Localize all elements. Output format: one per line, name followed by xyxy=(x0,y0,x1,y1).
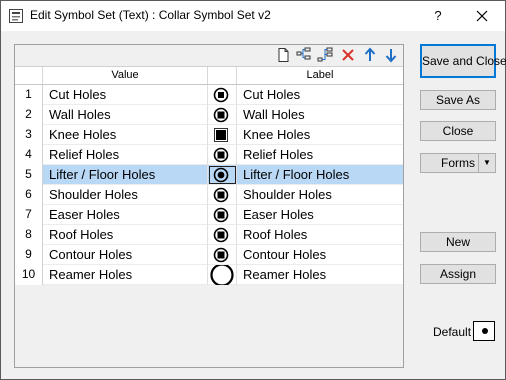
value-cell[interactable]: Shoulder Holes xyxy=(43,185,208,205)
row-number[interactable]: 8 xyxy=(15,225,43,245)
new-document-icon[interactable] xyxy=(275,47,291,63)
filled-square-symbol-icon xyxy=(214,128,228,142)
dialog-window: Edit Symbol Set (Text) : Collar Symbol S… xyxy=(0,0,506,380)
insert-row-icon[interactable] xyxy=(296,47,312,63)
row-number[interactable]: 2 xyxy=(15,105,43,125)
save-and-close-button[interactable]: Save and Close xyxy=(420,44,506,78)
app-icon xyxy=(9,9,23,23)
small-filled-square-in-circle-symbol-icon xyxy=(213,87,229,103)
square-in-circle-symbol-icon xyxy=(213,247,229,263)
square-in-circle-symbol-icon xyxy=(213,227,229,243)
label-cell[interactable]: Lifter / Floor Holes xyxy=(237,165,403,185)
table-row[interactable]: 8 Roof Holes Roof Holes xyxy=(15,225,403,245)
title-bar: Edit Symbol Set (Text) : Collar Symbol S… xyxy=(1,1,505,31)
help-button[interactable]: ? xyxy=(429,6,447,26)
new-button[interactable]: New xyxy=(420,232,496,252)
save-as-button[interactable]: Save As xyxy=(420,90,496,110)
grid-header: Value Label xyxy=(15,66,403,85)
table-row[interactable]: 7 Easer Holes Easer Holes xyxy=(15,205,403,225)
close-icon[interactable] xyxy=(471,6,493,26)
label-cell[interactable]: Wall Holes xyxy=(237,105,403,125)
symbol-cell[interactable] xyxy=(208,225,237,245)
delete-icon[interactable] xyxy=(340,47,356,63)
label-cell[interactable]: Contour Holes xyxy=(237,245,403,265)
value-cell[interactable]: Roof Holes xyxy=(43,225,208,245)
value-cell[interactable]: Contour Holes xyxy=(43,245,208,265)
header-value[interactable]: Value xyxy=(43,67,208,84)
value-cell[interactable]: Knee Holes xyxy=(43,125,208,145)
symbol-cell[interactable] xyxy=(208,205,237,225)
dot-symbol-icon xyxy=(482,328,488,334)
label-cell[interactable]: Shoulder Holes xyxy=(237,185,403,205)
table-row[interactable]: 6 Shoulder Holes Shoulder Holes xyxy=(15,185,403,205)
table-row[interactable]: 4 Relief Holes Relief Holes xyxy=(15,145,403,165)
move-down-icon[interactable] xyxy=(383,47,399,63)
row-number[interactable]: 9 xyxy=(15,245,43,265)
symbol-cell[interactable] xyxy=(208,265,237,285)
value-cell[interactable]: Wall Holes xyxy=(43,105,208,125)
label-cell[interactable]: Roof Holes xyxy=(237,225,403,245)
move-up-icon[interactable] xyxy=(362,47,378,63)
header-label[interactable]: Label xyxy=(237,67,403,84)
row-number[interactable]: 10 xyxy=(15,265,43,285)
value-cell[interactable]: Easer Holes xyxy=(43,205,208,225)
symbol-cell[interactable] xyxy=(208,165,237,185)
square-in-circle-symbol-icon xyxy=(213,187,229,203)
row-number[interactable]: 3 xyxy=(15,125,43,145)
value-cell[interactable]: Cut Holes xyxy=(43,85,208,105)
table-row[interactable]: 2 Wall Holes Wall Holes xyxy=(15,105,403,125)
window-title: Edit Symbol Set (Text) : Collar Symbol S… xyxy=(30,8,271,22)
symbol-cell[interactable] xyxy=(208,85,237,105)
close-button[interactable]: Close xyxy=(420,121,496,141)
symbol-cell[interactable] xyxy=(208,125,237,145)
default-symbol-button[interactable] xyxy=(473,321,495,341)
value-cell[interactable]: Reamer Holes xyxy=(43,265,208,285)
symbol-cell[interactable] xyxy=(208,145,237,165)
label-cell[interactable]: Relief Holes xyxy=(237,145,403,165)
symbol-grid: Value Label 1 Cut Holes Cut Holes 2 Wall Hol… xyxy=(14,44,404,368)
default-label: Default xyxy=(433,325,472,339)
square-in-circle-symbol-icon xyxy=(213,207,229,223)
row-number[interactable]: 5 xyxy=(15,165,43,185)
symbol-cell[interactable] xyxy=(208,245,237,265)
table-row[interactable]: 10 Reamer Holes Reamer Holes xyxy=(15,265,403,285)
table-row[interactable]: 3 Knee Holes Knee Holes xyxy=(15,125,403,145)
label-cell[interactable]: Cut Holes xyxy=(237,85,403,105)
grid-toolbar xyxy=(15,45,403,66)
square-in-circle-symbol-icon xyxy=(213,107,229,123)
dropdown-arrow-icon[interactable]: ▼ xyxy=(478,154,495,172)
symbol-cell[interactable] xyxy=(208,105,237,125)
row-number[interactable]: 6 xyxy=(15,185,43,205)
assign-button[interactable]: Assign xyxy=(420,264,496,284)
header-row-number xyxy=(15,67,43,84)
large-open-circle-symbol-icon xyxy=(210,265,234,285)
forms-label: Forms xyxy=(441,156,475,170)
table-row[interactable]: 9 Contour Holes Contour Holes xyxy=(15,245,403,265)
dot-in-circle-symbol-icon xyxy=(213,167,229,183)
label-cell[interactable]: Knee Holes xyxy=(237,125,403,145)
symbol-cell[interactable] xyxy=(208,185,237,205)
row-number[interactable]: 1 xyxy=(15,85,43,105)
label-cell[interactable]: Easer Holes xyxy=(237,205,403,225)
label-cell[interactable]: Reamer Holes xyxy=(237,265,403,285)
value-cell[interactable]: Lifter / Floor Holes xyxy=(43,165,208,185)
append-row-icon[interactable] xyxy=(317,47,333,63)
table-row[interactable]: 1 Cut Holes Cut Holes xyxy=(15,85,403,105)
header-symbol[interactable] xyxy=(208,67,237,84)
value-cell[interactable]: Relief Holes xyxy=(43,145,208,165)
square-in-circle-symbol-icon xyxy=(213,147,229,163)
table-row[interactable]: 5 Lifter / Floor Holes Lifter / Floor Hole… xyxy=(15,165,403,185)
forms-button[interactable]: Forms ▼ xyxy=(420,153,496,173)
row-number[interactable]: 7 xyxy=(15,205,43,225)
row-number[interactable]: 4 xyxy=(15,145,43,165)
